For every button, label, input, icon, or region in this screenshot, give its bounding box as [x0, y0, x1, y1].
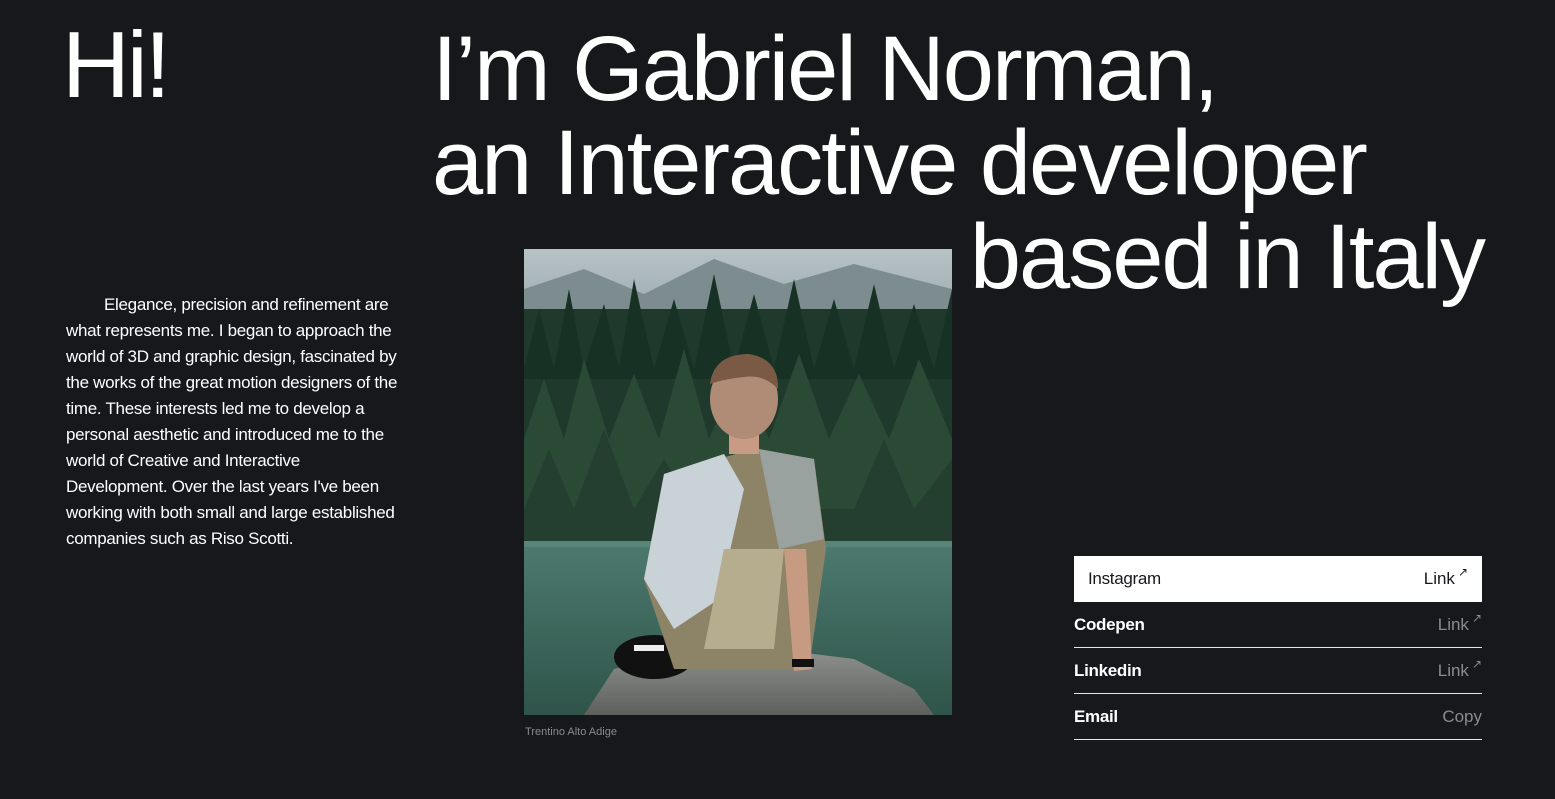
social-links-list: Instagram Link ↗ Codepen Link ↗ Linkedin…: [1074, 556, 1482, 740]
link-row-linkedin[interactable]: Linkedin Link ↗: [1074, 648, 1482, 694]
arrow-up-right-icon: ↗: [1471, 656, 1482, 671]
hero-headline: I’m Gabriel Norman, an Interactive devel…: [432, 18, 1486, 308]
greeting-heading: Hi!: [62, 12, 171, 117]
link-name: Linkedin: [1074, 660, 1142, 680]
link-action-label: Copy: [1442, 706, 1482, 726]
link-row-instagram[interactable]: Instagram Link ↗: [1074, 556, 1482, 602]
link-action-label: Link: [1437, 614, 1469, 634]
headline-line-2: an Interactive developer: [432, 112, 1368, 214]
copy-action[interactable]: Copy: [1442, 707, 1482, 727]
arrow-up-right-icon: ↗: [1457, 564, 1468, 579]
photo-caption: Trentino Alto Adige: [525, 726, 617, 738]
link-name: Instagram: [1088, 568, 1161, 588]
link-action[interactable]: Link ↗: [1437, 657, 1482, 681]
headline-line-1: I’m Gabriel Norman,: [432, 18, 1219, 120]
arrow-up-right-icon: ↗: [1471, 610, 1482, 625]
link-action[interactable]: Link ↗: [1437, 611, 1482, 635]
link-action[interactable]: Link ↗: [1423, 565, 1468, 589]
link-row-codepen[interactable]: Codepen Link ↗: [1074, 602, 1482, 648]
link-row-email[interactable]: Email Copy: [1074, 694, 1482, 740]
link-name: Codepen: [1074, 614, 1145, 634]
link-name: Email: [1074, 706, 1118, 726]
link-action-label: Link: [1423, 568, 1455, 588]
bio-paragraph: Elegance, precision and refinement are w…: [66, 295, 398, 548]
headline-line-3: based in Italy: [969, 206, 1486, 308]
link-action-label: Link: [1437, 660, 1469, 680]
portrait-photo: [524, 249, 952, 715]
